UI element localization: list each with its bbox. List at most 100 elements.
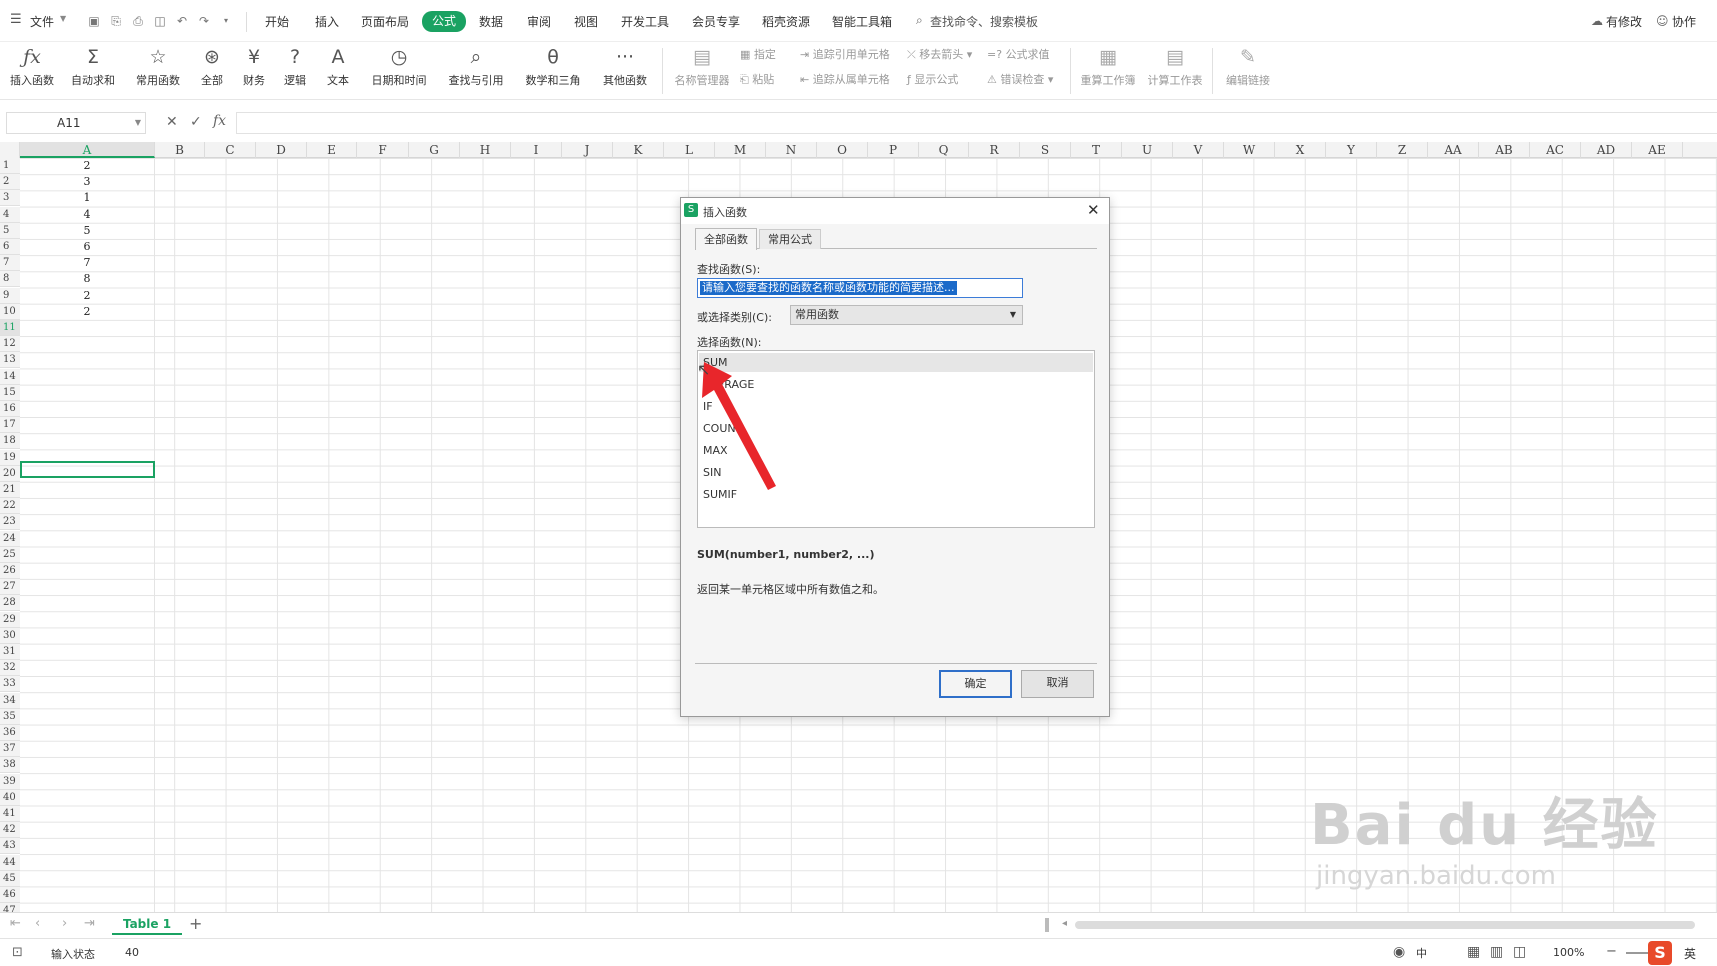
column-header-g[interactable]: G <box>409 142 460 158</box>
next-sheet-icon[interactable]: › <box>62 916 67 931</box>
calc-sheet-button[interactable]: ▤ 计算工作表 <box>1145 42 1205 98</box>
cell-a9[interactable]: 2 <box>20 288 154 304</box>
select-all-corner[interactable] <box>0 142 20 158</box>
remove-arrows-button[interactable]: ⤫ 移去箭头 ▾ <box>907 46 972 62</box>
eval-formula-button[interactable]: =? 公式求值 <box>987 46 1050 62</box>
autosum-button[interactable]: Σ 自动求和 <box>64 42 122 98</box>
column-header-s[interactable]: S <box>1020 142 1071 158</box>
column-header-aa[interactable]: AA <box>1428 142 1479 158</box>
row-header-14[interactable]: 14 <box>0 368 20 385</box>
redo-icon[interactable]: ↷ <box>197 14 211 28</box>
row-header-23[interactable]: 23 <box>0 514 20 531</box>
column-header-x[interactable]: X <box>1275 142 1326 158</box>
text-button[interactable]: A 文本 <box>321 42 355 98</box>
macro-icon[interactable]: ⊡ <box>12 945 23 960</box>
chevron-down-icon[interactable]: ▼ <box>1010 306 1016 324</box>
tab-developer[interactable]: 开发工具 <box>621 12 669 32</box>
row-header-5[interactable]: 5 <box>0 222 20 239</box>
user-icon[interactable]: ☺ <box>1656 14 1669 28</box>
row-header-28[interactable]: 28 <box>0 595 20 612</box>
datetime-button[interactable]: ◷ 日期和时间 <box>366 42 432 98</box>
column-header-h[interactable]: H <box>460 142 511 158</box>
column-header-f[interactable]: F <box>357 142 409 158</box>
column-header-p[interactable]: P <box>868 142 919 158</box>
export-icon[interactable]: ⎘ <box>109 14 123 28</box>
row-header-17[interactable]: 17 <box>0 417 20 434</box>
column-header-c[interactable]: C <box>205 142 256 158</box>
ok-button[interactable]: 确定 <box>939 670 1012 698</box>
row-header-24[interactable]: 24 <box>0 530 20 547</box>
cancel-button[interactable]: 取消 <box>1021 670 1094 698</box>
math-button[interactable]: θ 数学和三角 <box>520 42 586 98</box>
row-header-41[interactable]: 41 <box>0 806 20 822</box>
row-header-10[interactable]: 10 <box>0 303 20 320</box>
row-header-8[interactable]: 8 <box>0 271 20 288</box>
column-header-o[interactable]: O <box>817 142 868 158</box>
row-header-43[interactable]: 43 <box>0 838 20 855</box>
close-icon[interactable]: ✕ <box>1087 201 1100 219</box>
cell-a8[interactable]: 8 <box>20 271 154 287</box>
normal-view-icon[interactable]: ▦ <box>1467 944 1480 960</box>
row-header-19[interactable]: 19 <box>0 449 20 466</box>
row-header-44[interactable]: 44 <box>0 854 20 871</box>
zoom-level[interactable]: 100% <box>1553 946 1584 959</box>
add-sheet-icon[interactable]: + <box>189 914 202 933</box>
tab-insert[interactable]: 插入 <box>315 12 339 32</box>
tab-page-layout[interactable]: 页面布局 <box>361 12 409 32</box>
cloud-icon[interactable]: ☁ <box>1591 14 1603 28</box>
trace-dependents-button[interactable]: ⇤ 追踪从属单元格 <box>800 71 890 87</box>
tab-view[interactable]: 视图 <box>574 12 598 32</box>
column-header-t[interactable]: T <box>1071 142 1122 158</box>
paste-button[interactable]: ⎗ 粘贴 <box>740 71 774 87</box>
row-header-38[interactable]: 38 <box>0 757 20 774</box>
sogou-ime-icon[interactable]: S <box>1648 941 1672 965</box>
row-header-4[interactable]: 4 <box>0 206 20 223</box>
category-select[interactable]: 常用函数 ▼ <box>790 305 1023 325</box>
row-header-21[interactable]: 21 <box>0 482 20 498</box>
undo-icon[interactable]: ↶ <box>175 14 189 28</box>
cell-a4[interactable]: 4 <box>20 207 154 223</box>
tab-common-formulas[interactable]: 常用公式 <box>759 229 821 249</box>
formula-input[interactable] <box>236 112 1717 134</box>
tab-data[interactable]: 数据 <box>479 12 503 32</box>
tab-formulas[interactable]: 公式 <box>422 11 467 32</box>
logic-button[interactable]: ? 逻辑 <box>278 42 312 98</box>
row-header-26[interactable]: 26 <box>0 563 20 579</box>
column-header-a[interactable]: A <box>20 142 155 158</box>
row-header-22[interactable]: 22 <box>0 498 20 515</box>
scroll-splitter[interactable] <box>1045 918 1049 932</box>
column-header-m[interactable]: M <box>715 142 766 158</box>
trace-precedents-button[interactable]: ⇥ 追踪引用单元格 <box>800 46 890 62</box>
other-functions-button[interactable]: ··· 其他函数 <box>596 42 654 98</box>
file-menu[interactable]: 文件 <box>30 12 54 32</box>
row-header-3[interactable]: 3 <box>0 190 20 207</box>
column-header-v[interactable]: V <box>1173 142 1224 158</box>
row-header-42[interactable]: 42 <box>0 822 20 839</box>
name-box[interactable]: A11 ▼ <box>6 112 146 134</box>
function-search-input[interactable]: 请输入您要查找的函数名称或函数功能的简要描述... <box>697 278 1023 298</box>
column-header-l[interactable]: L <box>664 142 715 158</box>
last-sheet-icon[interactable]: ⇥ <box>84 916 95 931</box>
column-header-ae[interactable]: AE <box>1632 142 1683 158</box>
column-header-k[interactable]: K <box>613 142 664 158</box>
row-header-30[interactable]: 30 <box>0 627 20 644</box>
save-icon[interactable]: ▣ <box>87 14 101 28</box>
chevron-down-icon[interactable]: ▼ <box>135 113 141 133</box>
tab-review[interactable]: 审阅 <box>527 12 551 32</box>
print-icon[interactable]: ⎙ <box>131 14 145 28</box>
column-header-e[interactable]: E <box>307 142 357 158</box>
row-header-9[interactable]: 9 <box>0 287 20 304</box>
chevron-down-icon[interactable]: ▼ <box>60 14 66 23</box>
common-functions-button[interactable]: ☆ 常用函数 <box>130 42 186 98</box>
row-header-34[interactable]: 34 <box>0 692 20 709</box>
row-header-46[interactable]: 46 <box>0 887 20 903</box>
lookup-button[interactable]: ⌕ 查找与引用 <box>443 42 509 98</box>
column-header-y[interactable]: Y <box>1326 142 1377 158</box>
fx-icon[interactable]: fx <box>213 113 226 129</box>
row-header-47[interactable]: 47 <box>0 903 20 912</box>
page-break-view-icon[interactable]: ◫ <box>1513 944 1526 960</box>
recalc-workbook-button[interactable]: ▦ 重算工作簿 <box>1078 42 1138 98</box>
cell-a5[interactable]: 5 <box>20 223 154 239</box>
specify-button[interactable]: ▦ 指定 <box>740 46 776 62</box>
column-header-d[interactable]: D <box>256 142 307 158</box>
